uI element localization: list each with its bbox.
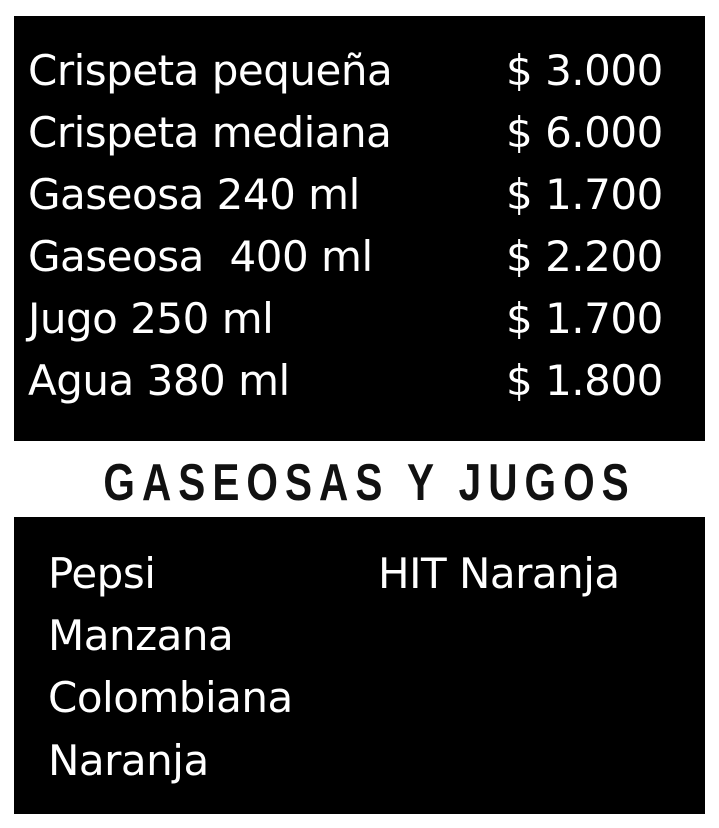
flavor-item-colombiana: Colombiana [48,673,293,722]
item-name: Crispeta mediana [28,108,392,157]
item-price: $ 2.200 [506,232,663,281]
item-name: Gaseosa 240 ml [28,170,360,219]
flavor-item-pepsi: Pepsi [48,549,156,598]
price-row-gaseosa-240: Gaseosa 240 ml $ 1.700 [14,164,705,226]
flavor-item-manzana: Manzana [48,611,234,660]
item-price: $ 1.700 [506,170,663,219]
price-row-jugo-250: Jugo 250 ml $ 1.700 [14,288,705,350]
flavor-item-naranja: Naranja [48,736,209,785]
item-name: Crispeta pequeña [28,46,393,95]
flavor-item-hit-naranja: HIT Naranja [378,549,620,598]
item-name: Gaseosa 400 ml [28,232,373,281]
section-title: GASEOSAS Y JUGOS [103,454,636,512]
item-name: Agua 380 ml [28,356,290,405]
item-price: $ 3.000 [506,46,663,95]
flavors-panel: Pepsi Manzana Colombiana Naranja HIT Nar… [14,517,705,814]
price-row-agua-380: Agua 380 ml $ 1.800 [14,350,705,412]
item-price: $ 1.800 [506,356,663,405]
price-row-crispeta-mediana: Crispeta mediana $ 6.000 [14,102,705,164]
item-price: $ 6.000 [506,108,663,157]
item-price: $ 1.700 [506,294,663,343]
item-name: Jugo 250 ml [28,294,274,343]
price-row-crispeta-pequena: Crispeta pequeña $ 3.000 [14,40,705,102]
price-list-panel: Crispeta pequeña $ 3.000 Crispeta median… [14,16,705,441]
price-row-gaseosa-400: Gaseosa 400 ml $ 2.200 [14,226,705,288]
